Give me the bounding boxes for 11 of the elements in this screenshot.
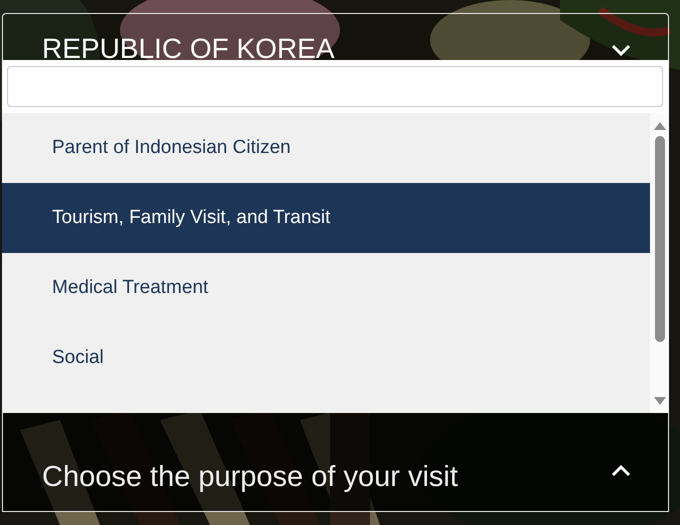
search-field[interactable]: [7, 66, 663, 107]
country-value: REPUBLIC OF KOREA: [42, 33, 335, 65]
purpose-option[interactable]: Parent of Indonesian Citizen: [2, 113, 650, 183]
scroll-up-icon[interactable]: [654, 122, 666, 130]
purpose-option[interactable]: Tourism, Family Visit, and Transit: [2, 183, 650, 253]
scrollbar[interactable]: [650, 113, 669, 413]
purpose-option[interactable]: Medical Treatment: [2, 253, 650, 323]
chevron-down-icon: [610, 43, 632, 57]
chevron-up-icon: [610, 463, 632, 477]
purpose-placeholder: Choose the purpose of your visit: [42, 461, 458, 494]
scroll-down-icon[interactable]: [654, 397, 666, 405]
